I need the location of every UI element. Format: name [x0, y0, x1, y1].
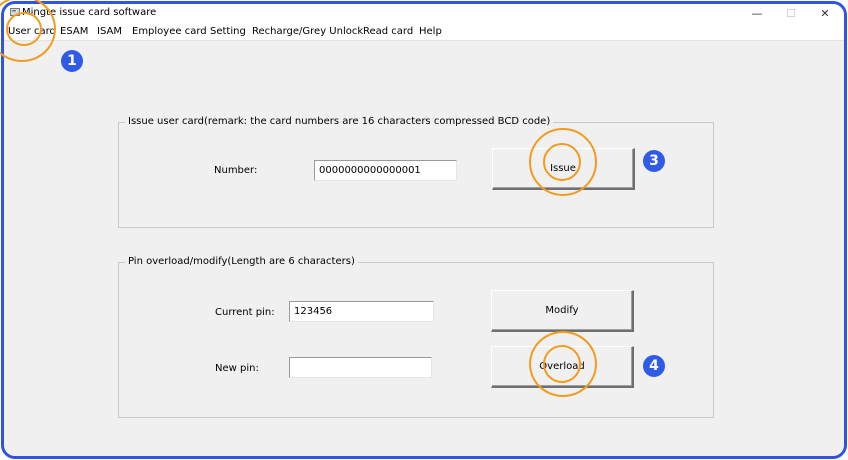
menu-item-read-card[interactable]: Read card [363, 26, 413, 37]
number-label: Number: [214, 165, 258, 176]
menu-bar: User card ESAM ISAM Employee card Settin… [4, 23, 844, 41]
client-area: Issue user card(remark: the card numbers… [4, 41, 844, 456]
menu-item-setting[interactable]: Setting [210, 26, 246, 37]
minimize-icon[interactable]: — [738, 4, 776, 23]
menu-item-user-card[interactable]: User card [8, 26, 56, 37]
menu-item-esam[interactable]: ESAM [60, 26, 88, 37]
card-number-input[interactable] [314, 160, 457, 181]
pin-group-legend: Pin overload/modify(Length are 6 charact… [125, 256, 358, 267]
menu-item-recharge-grey-unlock[interactable]: Recharge/Grey Unlock [252, 26, 363, 37]
app-window: Mingte issue card software — ☐ ✕ User ca… [1, 1, 847, 459]
menu-item-help[interactable]: Help [419, 26, 442, 37]
current-pin-input[interactable] [289, 301, 434, 322]
pin-overload-modify-group: Pin overload/modify(Length are 6 charact… [118, 256, 714, 418]
step-1-badge: 1 [61, 50, 83, 72]
current-pin-label: Current pin: [215, 307, 275, 318]
issue-button[interactable]: Issue [492, 148, 635, 190]
step-4-badge: 4 [643, 355, 665, 377]
menu-item-isam[interactable]: ISAM [97, 26, 122, 37]
issue-group-legend: Issue user card(remark: the card numbers… [125, 116, 554, 127]
close-icon[interactable]: ✕ [806, 4, 844, 23]
window-title: Mingte issue card software [22, 7, 157, 18]
maximize-icon[interactable]: ☐ [772, 4, 810, 23]
title-bar: Mingte issue card software — ☐ ✕ [4, 4, 844, 23]
new-pin-label: New pin: [215, 363, 259, 374]
app-icon [10, 8, 20, 16]
issue-user-card-group: Issue user card(remark: the card numbers… [118, 116, 714, 228]
overload-button[interactable]: Overload [491, 346, 634, 388]
new-pin-input[interactable] [289, 357, 432, 378]
step-3-badge: 3 [643, 150, 665, 172]
menu-item-employee-card[interactable]: Employee card [132, 26, 207, 37]
modify-button[interactable]: Modify [491, 290, 634, 332]
